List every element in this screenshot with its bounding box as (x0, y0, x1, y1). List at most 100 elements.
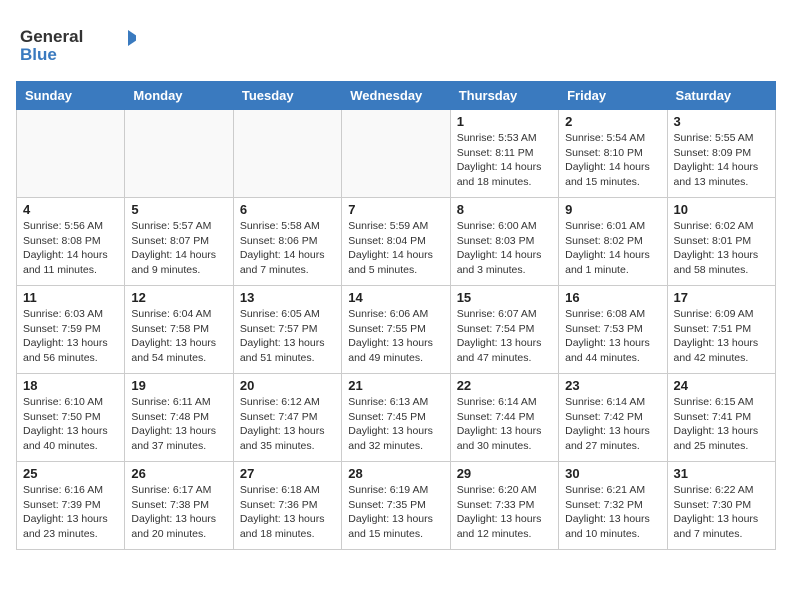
day-number: 4 (23, 202, 118, 217)
day-number: 1 (457, 114, 552, 129)
calendar-cell: 2 Sunrise: 5:54 AM Sunset: 8:10 PM Daylig… (559, 110, 667, 198)
day-number: 24 (674, 378, 769, 393)
day-info: Sunrise: 6:08 AM Sunset: 7:53 PM Dayligh… (565, 307, 660, 366)
calendar-cell: 30 Sunrise: 6:21 AM Sunset: 7:32 PM Dayli… (559, 462, 667, 550)
calendar-cell: 25 Sunrise: 6:16 AM Sunset: 7:39 PM Dayli… (17, 462, 125, 550)
calendar-cell: 10 Sunrise: 6:02 AM Sunset: 8:01 PM Dayli… (667, 198, 775, 286)
calendar-cell: 28 Sunrise: 6:19 AM Sunset: 7:35 PM Dayli… (342, 462, 450, 550)
calendar-cell: 11Sunrise: 6:03 AM Sunset: 7:59 PM Dayli… (17, 286, 125, 374)
calendar-week-4: 18 Sunrise: 6:10 AM Sunset: 7:50 PM Dayli… (17, 374, 776, 462)
day-number: 23 (565, 378, 660, 393)
day-header-sunday: Sunday (17, 82, 125, 110)
calendar-cell: 5 Sunrise: 5:57 AM Sunset: 8:07 PM Daylig… (125, 198, 233, 286)
day-info: Sunrise: 6:14 AM Sunset: 7:42 PM Dayligh… (565, 395, 660, 454)
day-number: 5 (131, 202, 226, 217)
day-number: 25 (23, 466, 118, 481)
day-info: Sunrise: 5:58 AM Sunset: 8:06 PM Dayligh… (240, 219, 335, 278)
day-number: 30 (565, 466, 660, 481)
day-info: Sunrise: 5:59 AM Sunset: 8:04 PM Dayligh… (348, 219, 443, 278)
day-info: Sunrise: 5:56 AM Sunset: 8:08 PM Dayligh… (23, 219, 118, 278)
svg-text:Blue: Blue (20, 45, 57, 64)
calendar-cell: 12Sunrise: 6:04 AM Sunset: 7:58 PM Dayli… (125, 286, 233, 374)
calendar-cell (17, 110, 125, 198)
calendar-cell: 23 Sunrise: 6:14 AM Sunset: 7:42 PM Dayli… (559, 374, 667, 462)
calendar-cell: 3 Sunrise: 5:55 AM Sunset: 8:09 PM Daylig… (667, 110, 775, 198)
calendar-cell (233, 110, 341, 198)
day-info: Sunrise: 5:54 AM Sunset: 8:10 PM Dayligh… (565, 131, 660, 190)
day-number: 9 (565, 202, 660, 217)
calendar-cell: 7 Sunrise: 5:59 AM Sunset: 8:04 PM Daylig… (342, 198, 450, 286)
day-number: 15 (457, 290, 552, 305)
calendar-cell: 29 Sunrise: 6:20 AM Sunset: 7:33 PM Dayli… (450, 462, 558, 550)
day-number: 6 (240, 202, 335, 217)
day-info: Sunrise: 6:01 AM Sunset: 8:02 PM Dayligh… (565, 219, 660, 278)
day-header-wednesday: Wednesday (342, 82, 450, 110)
days-header-row: SundayMondayTuesdayWednesdayThursdayFrid… (17, 82, 776, 110)
day-info: Sunrise: 6:04 AM Sunset: 7:58 PM Dayligh… (131, 307, 226, 366)
day-number: 13 (240, 290, 335, 305)
calendar-cell: 31Sunrise: 6:22 AM Sunset: 7:30 PM Dayli… (667, 462, 775, 550)
calendar-cell: 8 Sunrise: 6:00 AM Sunset: 8:03 PM Daylig… (450, 198, 558, 286)
calendar-cell: 16 Sunrise: 6:08 AM Sunset: 7:53 PM Dayli… (559, 286, 667, 374)
calendar-cell (342, 110, 450, 198)
day-info: Sunrise: 6:07 AM Sunset: 7:54 PM Dayligh… (457, 307, 552, 366)
calendar-week-3: 11Sunrise: 6:03 AM Sunset: 7:59 PM Dayli… (17, 286, 776, 374)
day-number: 8 (457, 202, 552, 217)
day-header-monday: Monday (125, 82, 233, 110)
day-info: Sunrise: 6:18 AM Sunset: 7:36 PM Dayligh… (240, 483, 335, 542)
calendar-cell: 21Sunrise: 6:13 AM Sunset: 7:45 PM Dayli… (342, 374, 450, 462)
day-number: 2 (565, 114, 660, 129)
day-info: Sunrise: 6:16 AM Sunset: 7:39 PM Dayligh… (23, 483, 118, 542)
day-header-friday: Friday (559, 82, 667, 110)
day-info: Sunrise: 6:20 AM Sunset: 7:33 PM Dayligh… (457, 483, 552, 542)
day-number: 22 (457, 378, 552, 393)
day-info: Sunrise: 6:12 AM Sunset: 7:47 PM Dayligh… (240, 395, 335, 454)
day-info: Sunrise: 6:22 AM Sunset: 7:30 PM Dayligh… (674, 483, 769, 542)
calendar-cell: 15 Sunrise: 6:07 AM Sunset: 7:54 PM Dayli… (450, 286, 558, 374)
calendar-cell: 14Sunrise: 6:06 AM Sunset: 7:55 PM Dayli… (342, 286, 450, 374)
day-header-thursday: Thursday (450, 82, 558, 110)
day-info: Sunrise: 5:53 AM Sunset: 8:11 PM Dayligh… (457, 131, 552, 190)
day-header-saturday: Saturday (667, 82, 775, 110)
day-number: 3 (674, 114, 769, 129)
day-info: Sunrise: 6:10 AM Sunset: 7:50 PM Dayligh… (23, 395, 118, 454)
day-number: 29 (457, 466, 552, 481)
day-info: Sunrise: 5:57 AM Sunset: 8:07 PM Dayligh… (131, 219, 226, 278)
day-number: 10 (674, 202, 769, 217)
day-info: Sunrise: 6:00 AM Sunset: 8:03 PM Dayligh… (457, 219, 552, 278)
day-info: Sunrise: 6:11 AM Sunset: 7:48 PM Dayligh… (131, 395, 226, 454)
logo-svg: General Blue (16, 20, 136, 68)
svg-text:General: General (20, 27, 83, 46)
day-number: 7 (348, 202, 443, 217)
day-info: Sunrise: 6:02 AM Sunset: 8:01 PM Dayligh… (674, 219, 769, 278)
day-number: 27 (240, 466, 335, 481)
day-info: Sunrise: 6:05 AM Sunset: 7:57 PM Dayligh… (240, 307, 335, 366)
day-number: 18 (23, 378, 118, 393)
day-info: Sunrise: 6:09 AM Sunset: 7:51 PM Dayligh… (674, 307, 769, 366)
calendar-cell: 17 Sunrise: 6:09 AM Sunset: 7:51 PM Dayli… (667, 286, 775, 374)
day-number: 19 (131, 378, 226, 393)
calendar-week-1: 1 Sunrise: 5:53 AM Sunset: 8:11 PM Daylig… (17, 110, 776, 198)
day-number: 17 (674, 290, 769, 305)
calendar-cell: 19 Sunrise: 6:11 AM Sunset: 7:48 PM Dayli… (125, 374, 233, 462)
calendar-cell: 27 Sunrise: 6:18 AM Sunset: 7:36 PM Dayli… (233, 462, 341, 550)
day-info: Sunrise: 6:21 AM Sunset: 7:32 PM Dayligh… (565, 483, 660, 542)
day-header-tuesday: Tuesday (233, 82, 341, 110)
day-number: 16 (565, 290, 660, 305)
calendar-cell (125, 110, 233, 198)
calendar-cell: 1 Sunrise: 5:53 AM Sunset: 8:11 PM Daylig… (450, 110, 558, 198)
calendar-cell: 9 Sunrise: 6:01 AM Sunset: 8:02 PM Daylig… (559, 198, 667, 286)
day-number: 20 (240, 378, 335, 393)
day-info: Sunrise: 6:15 AM Sunset: 7:41 PM Dayligh… (674, 395, 769, 454)
calendar-cell: 4 Sunrise: 5:56 AM Sunset: 8:08 PM Daylig… (17, 198, 125, 286)
calendar-cell: 6 Sunrise: 5:58 AM Sunset: 8:06 PM Daylig… (233, 198, 341, 286)
day-number: 26 (131, 466, 226, 481)
day-info: Sunrise: 6:19 AM Sunset: 7:35 PM Dayligh… (348, 483, 443, 542)
calendar-cell: 20 Sunrise: 6:12 AM Sunset: 7:47 PM Dayli… (233, 374, 341, 462)
day-number: 28 (348, 466, 443, 481)
day-info: Sunrise: 6:14 AM Sunset: 7:44 PM Dayligh… (457, 395, 552, 454)
calendar-week-5: 25 Sunrise: 6:16 AM Sunset: 7:39 PM Dayli… (17, 462, 776, 550)
calendar-cell: 22 Sunrise: 6:14 AM Sunset: 7:44 PM Dayli… (450, 374, 558, 462)
calendar-cell: 18 Sunrise: 6:10 AM Sunset: 7:50 PM Dayli… (17, 374, 125, 462)
day-info: Sunrise: 5:55 AM Sunset: 8:09 PM Dayligh… (674, 131, 769, 190)
